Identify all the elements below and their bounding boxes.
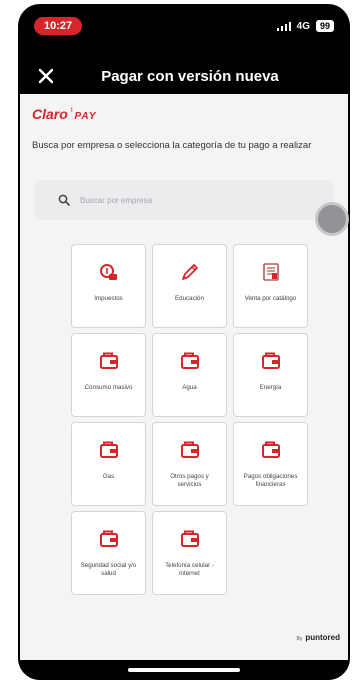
wallet-icon [178,439,202,461]
category-tile[interactable]: Pagos obligaciones financieras [233,422,308,506]
category-label: Gas [102,473,115,480]
category-tile[interactable]: Seguridad social y/o salud [71,511,146,595]
signal-icon [276,21,291,31]
category-label: Telefonía celular - internet [165,562,214,577]
close-button[interactable] [36,66,56,86]
battery-icon: 99 [315,20,334,32]
tax-money-icon [97,261,121,283]
category-label: Pagos obligaciones financieras [243,473,298,488]
wallet-icon [178,350,202,372]
status-bar: 10:27 4G 99 [18,4,350,48]
home-indicator[interactable] [128,668,240,672]
category-label: Seguridad social y/o salud [80,562,137,577]
home-bar [18,660,350,680]
category-tile[interactable]: Telefonía celular - internet [152,511,227,595]
category-label: Consumo masivo [84,384,133,391]
powered-by: By puntored [296,633,340,642]
powered-by-label: By [296,636,303,642]
search-input[interactable] [80,195,280,205]
catalog-icon [259,261,283,283]
category-tile[interactable]: Educación [152,244,227,328]
wallet-icon [97,350,121,372]
touch-indicator [315,202,349,236]
category-label: Energía [259,384,282,391]
puntored-logo: puntored [305,633,340,642]
status-time: 10:27 [34,17,83,35]
category-tile[interactable]: Impuestos [71,244,146,328]
title-bar: Pagar con versión nueva [18,54,350,98]
category-label: Agua [182,384,197,391]
main-content: Claro ᠄ PAY Busca por empresa o seleccio… [20,94,349,660]
category-label: Educación [175,295,204,302]
wallet-icon [97,528,121,550]
wallet-icon [178,528,202,550]
category-tile[interactable]: Energía [233,333,308,417]
category-tile[interactable]: Gas [71,422,146,506]
category-label: Otros pagos y servicios [170,473,209,488]
wallet-icon [259,439,283,461]
phone-frame: 10:27 4G 99 Pagar con versión nueva Clar… [18,4,350,680]
logo-pay-text: PAY [74,111,97,122]
wallet-icon [259,350,283,372]
claro-pay-logo: Claro ᠄ PAY [32,105,97,122]
close-icon [38,68,54,84]
network-type: 4G [296,20,310,32]
category-label: Impuestos [94,295,123,302]
category-label: Venta por catálogo [244,295,297,302]
status-icons: 4G 99 [276,20,334,32]
category-tile[interactable]: Agua [152,333,227,417]
search-bar[interactable] [34,180,334,220]
category-tile[interactable]: Otros pagos y servicios [152,422,227,506]
pencil-icon [178,261,202,283]
category-tile[interactable]: Venta por catálogo [233,244,308,328]
wallet-icon [97,439,121,461]
page-title: Pagar con versión nueva [101,67,279,85]
category-tile[interactable]: Consumo masivo [71,333,146,417]
logo-mark-icon: ᠄ [68,105,73,115]
search-icon [58,194,70,206]
instruction-text: Busca por empresa o selecciona la catego… [32,140,312,151]
logo-claro-text: Claro [32,106,68,122]
category-grid: Impuestos Educación Venta por catálogo Cons… [71,244,308,595]
